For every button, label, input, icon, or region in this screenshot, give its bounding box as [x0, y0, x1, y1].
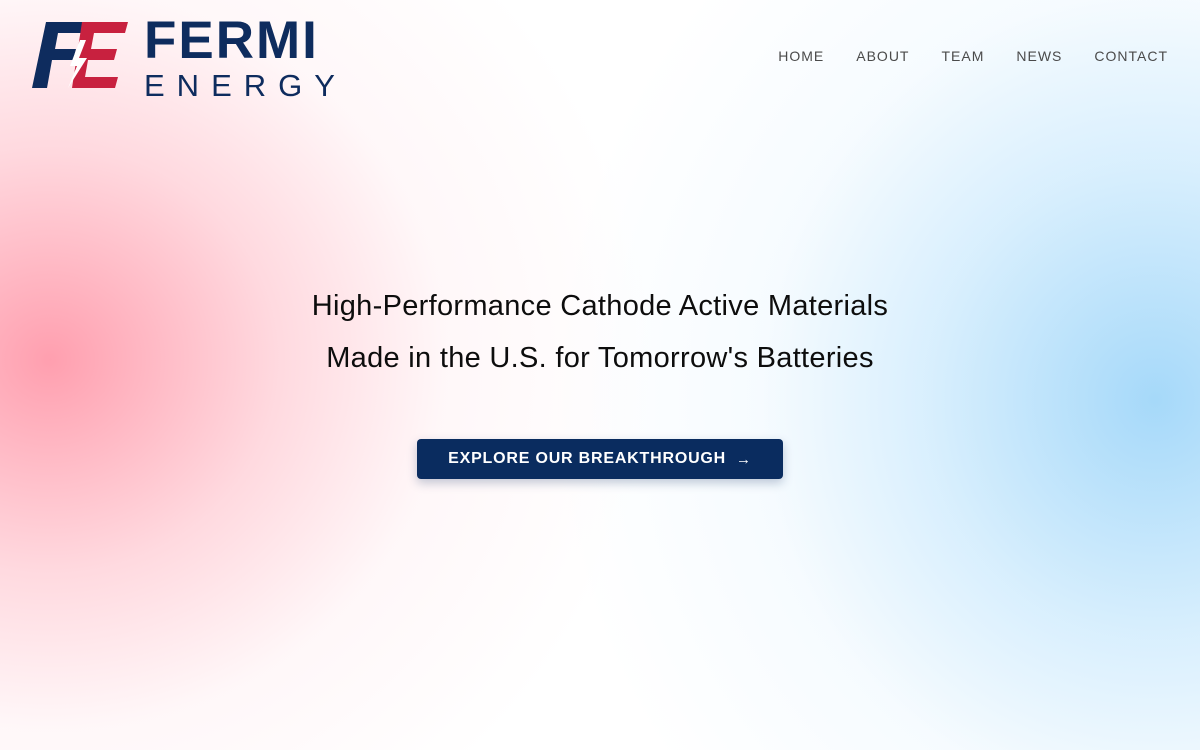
explore-breakthrough-button[interactable]: EXPLORE OUR BREAKTHROUGH →	[417, 439, 783, 479]
hero-headline-line-1: High-Performance Cathode Active Material…	[311, 290, 889, 322]
nav-item-home[interactable]: HOME	[778, 47, 824, 65]
hero-section: High-Performance Cathode Active Material…	[0, 280, 1200, 384]
arrow-right-icon: →	[736, 450, 752, 468]
logo-word-fermi: FERMI	[144, 11, 319, 70]
hero-headline-line-2: Made in the U.S. for Tomorrow's Batterie…	[326, 342, 874, 374]
logo-mark-icon	[32, 22, 128, 88]
cta-label: EXPLORE OUR BREAKTHROUGH	[448, 450, 727, 467]
site-header: FERMI ENERGY HOME ABOUT TEAM NEWS CONTAC…	[0, 0, 1200, 110]
nav-item-team[interactable]: TEAM	[941, 47, 984, 65]
nav-item-contact[interactable]: CONTACT	[1094, 47, 1168, 65]
logo-wordmark: FERMI ENERGY	[144, 14, 347, 102]
main-nav: HOME ABOUT TEAM NEWS CONTACT	[778, 47, 1168, 65]
brand-logo[interactable]: FERMI ENERGY	[32, 14, 342, 102]
logo-word-energy: ENERGY	[144, 68, 347, 103]
nav-item-news[interactable]: NEWS	[1016, 47, 1062, 65]
nav-item-about[interactable]: ABOUT	[856, 47, 909, 65]
